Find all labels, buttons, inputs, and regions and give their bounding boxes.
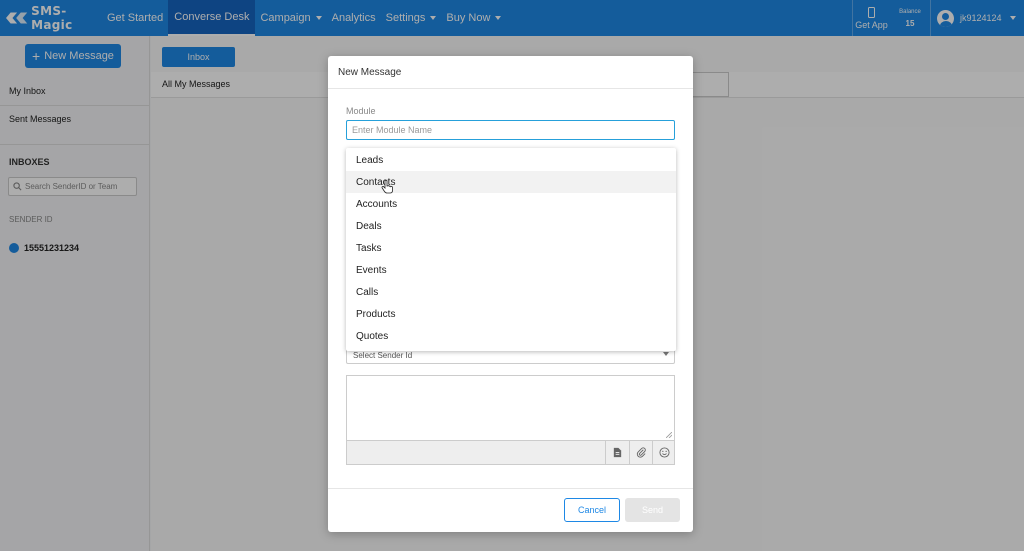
chevron-down-icon	[663, 352, 669, 356]
module-option-quotes[interactable]: Quotes	[346, 325, 676, 347]
resize-handle-icon[interactable]	[666, 432, 672, 438]
module-option-contacts[interactable]: Contacts	[346, 171, 676, 193]
message-toolbar	[346, 440, 675, 465]
module-option-tasks[interactable]: Tasks	[346, 237, 676, 259]
module-label: Module	[346, 106, 376, 116]
module-option-events[interactable]: Events	[346, 259, 676, 281]
attachment-icon	[636, 447, 646, 458]
module-option-deals[interactable]: Deals	[346, 215, 676, 237]
module-option-calls[interactable]: Calls	[346, 281, 676, 303]
module-option-products[interactable]: Products	[346, 303, 676, 325]
emoji-icon	[659, 447, 670, 458]
emoji-button[interactable]	[652, 441, 676, 464]
modal-title: New Message	[328, 56, 693, 89]
pointer-cursor-icon	[381, 180, 393, 194]
template-icon	[613, 447, 622, 458]
send-button[interactable]: Send	[625, 498, 680, 522]
template-button[interactable]	[605, 441, 629, 464]
message-textarea[interactable]	[346, 375, 675, 440]
module-option-accounts[interactable]: Accounts	[346, 193, 676, 215]
module-dropdown: Leads Contacts Accounts Deals Tasks Even…	[346, 148, 676, 351]
module-option-leads[interactable]: Leads	[346, 149, 676, 171]
modal-footer-divider	[328, 488, 693, 489]
cancel-button[interactable]: Cancel	[564, 498, 620, 522]
new-message-modal: New Message Module Leads Contacts Accoun…	[328, 56, 693, 532]
module-input[interactable]	[346, 120, 675, 140]
attachment-button[interactable]	[629, 441, 653, 464]
